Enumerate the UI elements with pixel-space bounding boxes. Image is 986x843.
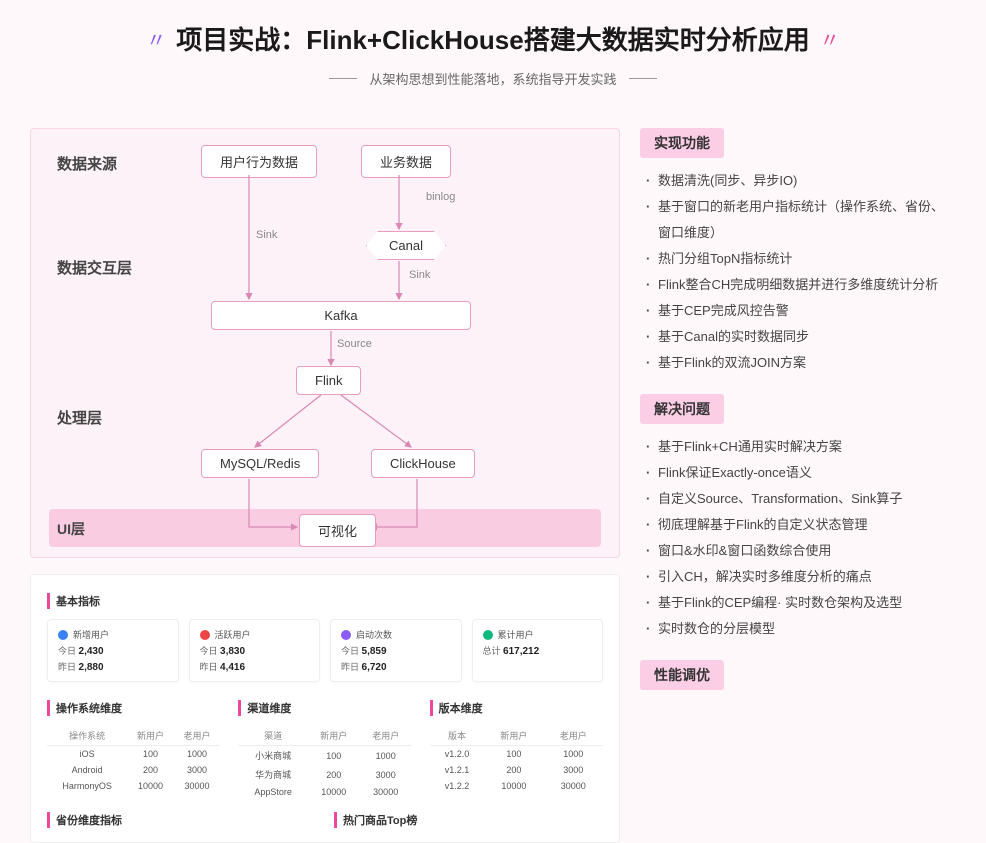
edge-label-sink1: Sink bbox=[256, 229, 277, 241]
section-channel: 渠道维度 bbox=[238, 700, 411, 716]
list-item: Flink整合CH完成明细数据并进行多维度统计分析 bbox=[646, 272, 956, 298]
sidebar-section: 性能调优 bbox=[640, 660, 956, 700]
list-item: 彻底理解基于Flink的自定义状态管理 bbox=[646, 512, 956, 538]
stat-card: 新增用户今日 2,430 昨日 2,880 bbox=[47, 619, 179, 682]
table-row: v1.2.12003000 bbox=[430, 762, 603, 778]
channel-table: 渠道新用户老用户小米商城1001000华为商城2003000AppStore10… bbox=[238, 726, 411, 800]
layer-label-process: 处理层 bbox=[57, 407, 102, 428]
card-dot-icon bbox=[483, 630, 493, 640]
node-user-behavior: 用户行为数据 bbox=[201, 145, 317, 178]
version-table: 版本新用户老用户v1.2.01001000v1.2.12003000v1.2.2… bbox=[430, 726, 603, 794]
section-top: 热门商品Top榜 bbox=[334, 812, 603, 828]
layer-label-source: 数据来源 bbox=[57, 153, 117, 174]
card-dot-icon bbox=[58, 630, 68, 640]
table-row: AppStore1000030000 bbox=[238, 784, 411, 800]
card-line: 昨日 6,720 bbox=[341, 660, 451, 673]
page-header: 〃 项目实战：Flink+ClickHouse搭建大数据实时分析应用 〃 从架构… bbox=[0, 0, 986, 98]
sidebar-section: 解决问题基于Flink+CH通用实时解决方案Flink保证Exactly-onc… bbox=[640, 394, 956, 642]
architecture-diagram: 数据来源 数据交互层 处理层 用户行为数据 业务数据 Canal Kafka F… bbox=[30, 128, 620, 558]
card-name: 活跃用户 bbox=[215, 628, 251, 641]
sidebar-section-title: 性能调优 bbox=[640, 660, 724, 690]
card-name: 新增用户 bbox=[73, 628, 109, 641]
list-item: 基于Flink的双流JOIN方案 bbox=[646, 350, 956, 376]
node-clickhouse: ClickHouse bbox=[371, 449, 475, 478]
node-flink: Flink bbox=[296, 366, 361, 395]
card-line: 昨日 2,880 bbox=[58, 660, 168, 673]
layer-label-ui: UI层 bbox=[57, 519, 85, 539]
table-row: 华为商城2003000 bbox=[238, 765, 411, 784]
node-mysql-redis: MySQL/Redis bbox=[201, 449, 319, 478]
section-basic: 基本指标 bbox=[47, 593, 603, 609]
node-viz: 可视化 bbox=[299, 514, 376, 547]
node-kafka: Kafka bbox=[211, 301, 471, 330]
list-item: 引入CH，解决实时多维度分析的痛点 bbox=[646, 564, 956, 590]
card-name: 启动次数 bbox=[356, 628, 392, 641]
list-item: 实时数仓的分层模型 bbox=[646, 616, 956, 642]
node-biz-data: 业务数据 bbox=[361, 145, 451, 178]
edge-label-sink2: Sink bbox=[409, 269, 430, 281]
table-row: v1.2.21000030000 bbox=[430, 778, 603, 794]
sidebar-section-title: 实现功能 bbox=[640, 128, 724, 158]
list-item: Flink保证Exactly-once语义 bbox=[646, 460, 956, 486]
sidebar: 实现功能数据清洗(同步、异步IO)基于窗口的新老用户指标统计（操作系统、省份、窗… bbox=[640, 128, 956, 843]
card-name: 累计用户 bbox=[498, 628, 534, 641]
card-line: 总计 617,212 bbox=[483, 644, 593, 657]
list-item: 基于Flink的CEP编程· 实时数仓架构及选型 bbox=[646, 590, 956, 616]
section-os: 操作系统维度 bbox=[47, 700, 220, 716]
deco-right-icon: 〃 bbox=[820, 24, 840, 53]
list-item: 自定义Source、Transformation、Sink算子 bbox=[646, 486, 956, 512]
stat-card: 活跃用户今日 3,830 昨日 4,416 bbox=[189, 619, 321, 682]
node-canal: Canal bbox=[366, 231, 446, 260]
sidebar-section: 实现功能数据清洗(同步、异步IO)基于窗口的新老用户指标统计（操作系统、省份、窗… bbox=[640, 128, 956, 376]
sidebar-section-title: 解决问题 bbox=[640, 394, 724, 424]
page-subtitle: 从架构思想到性能落地，系统指导开发实践 bbox=[369, 69, 616, 88]
table-row: iOS1001000 bbox=[47, 746, 220, 763]
stat-card: 启动次数今日 5,859 昨日 6,720 bbox=[330, 619, 462, 682]
card-line: 今日 5,859 bbox=[341, 644, 451, 657]
card-line: 昨日 4,416 bbox=[200, 660, 310, 673]
dashboard-preview: 基本指标 新增用户今日 2,430 昨日 2,880 活跃用户今日 3,830 昨日 … bbox=[30, 574, 620, 843]
list-item: 基于Flink+CH通用实时解决方案 bbox=[646, 434, 956, 460]
section-province: 省份维度指标 bbox=[47, 812, 316, 828]
edge-label-source: Source bbox=[337, 338, 372, 350]
divider-line bbox=[629, 78, 657, 79]
deco-left-icon: 〃 bbox=[146, 24, 166, 53]
diagram-arrows bbox=[31, 129, 619, 557]
stat-card: 累计用户总计 617,212 bbox=[472, 619, 604, 682]
card-dot-icon bbox=[200, 630, 210, 640]
divider-line bbox=[329, 78, 357, 79]
list-item: 窗口&水印&窗口函数综合使用 bbox=[646, 538, 956, 564]
table-row: v1.2.01001000 bbox=[430, 746, 603, 763]
card-line: 今日 3,830 bbox=[200, 644, 310, 657]
table-row: 小米商城1001000 bbox=[238, 746, 411, 766]
os-table: 操作系统新用户老用户iOS1001000Android2003000Harmon… bbox=[47, 726, 220, 794]
section-version: 版本维度 bbox=[430, 700, 603, 716]
list-item: 基于CEP完成风控告警 bbox=[646, 298, 956, 324]
edge-label-binlog: binlog bbox=[426, 191, 455, 203]
table-row: Android2003000 bbox=[47, 762, 220, 778]
list-item: 基于Canal的实时数据同步 bbox=[646, 324, 956, 350]
page-title: 项目实战：Flink+ClickHouse搭建大数据实时分析应用 bbox=[176, 20, 809, 57]
list-item: 基于窗口的新老用户指标统计（操作系统、省份、窗口维度） bbox=[646, 194, 956, 246]
list-item: 数据清洗(同步、异步IO) bbox=[646, 168, 956, 194]
card-dot-icon bbox=[341, 630, 351, 640]
list-item: 热门分组TopN指标统计 bbox=[646, 246, 956, 272]
card-line: 今日 2,430 bbox=[58, 644, 168, 657]
layer-label-exchange: 数据交互层 bbox=[57, 257, 132, 278]
table-row: HarmonyOS1000030000 bbox=[47, 778, 220, 794]
